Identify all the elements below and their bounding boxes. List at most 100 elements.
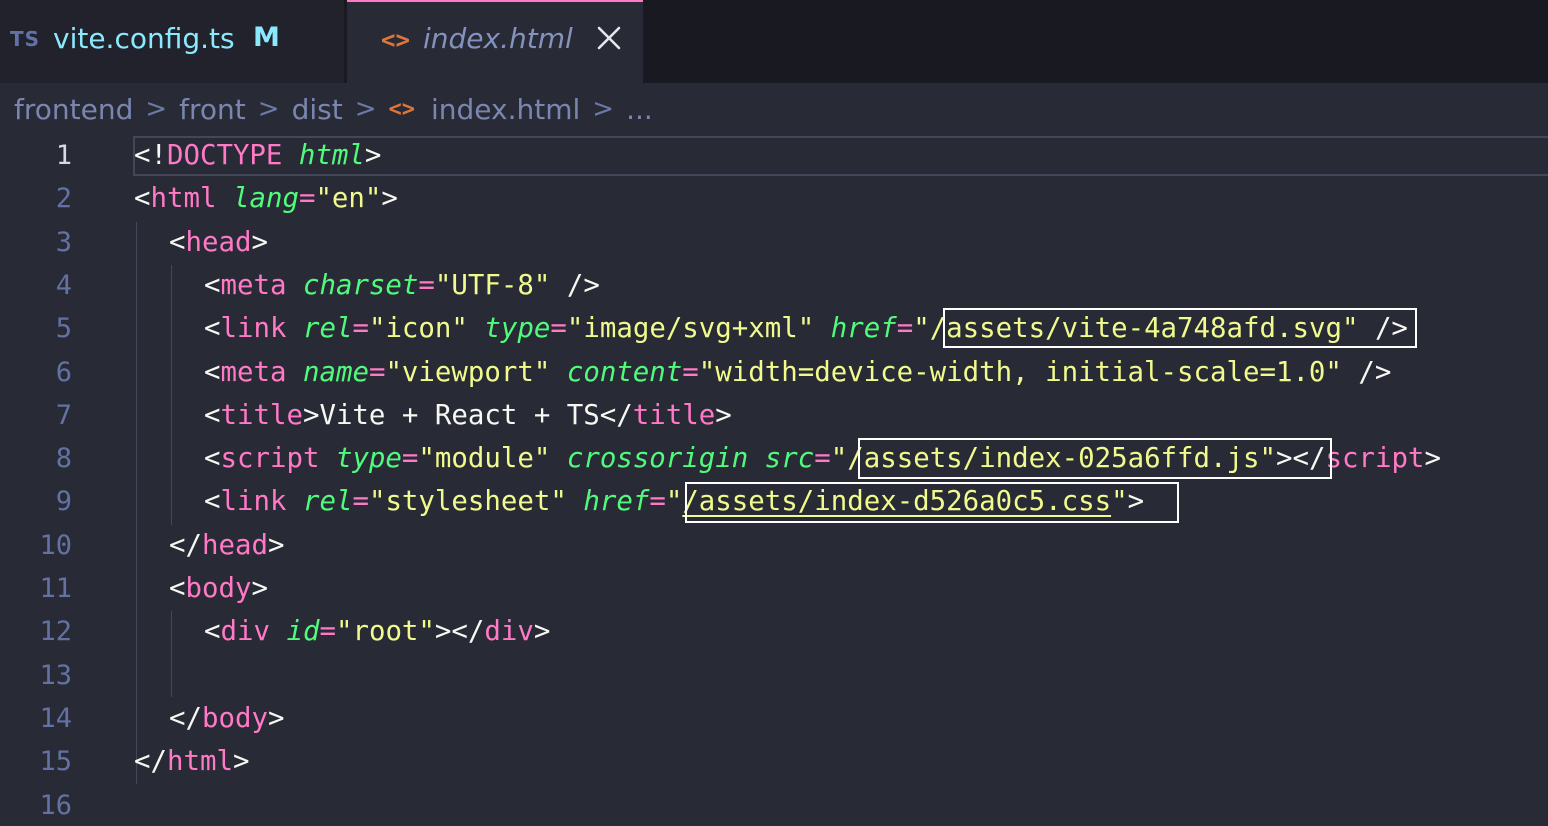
code-token: div: [220, 616, 270, 648]
code-token: html: [166, 746, 233, 778]
code-line[interactable]: 3 <head>: [0, 221, 1548, 264]
code-token: "UTF-8": [434, 269, 551, 301]
line-number: 4: [55, 269, 72, 301]
code-text: <link rel="stylesheet" href="/assets/ind…: [204, 480, 1144, 523]
code-token: body: [201, 702, 268, 734]
breadcrumb-item-index-html[interactable]: index.html: [431, 93, 580, 126]
chevron-right-icon: >: [354, 94, 377, 124]
code-token: =: [401, 443, 419, 475]
breadcrumb-item-front[interactable]: front: [179, 93, 246, 126]
code-token: ": [665, 486, 683, 518]
code-token: />: [1341, 356, 1392, 388]
code-token: =: [319, 616, 336, 648]
code-text: </body>: [169, 697, 284, 740]
code-token: script: [1325, 443, 1425, 475]
code-token: div: [484, 616, 534, 648]
code-line[interactable]: 5 <link rel="icon" type="image/svg+xml" h…: [0, 307, 1548, 350]
code-line[interactable]: 4 <meta charset="UTF-8" />: [0, 264, 1548, 307]
code-token: >: [232, 746, 250, 778]
code-token: <: [204, 443, 221, 475]
code-line[interactable]: 16: [0, 784, 1548, 826]
code-line[interactable]: 15 </html>: [0, 740, 1548, 783]
code-token: >: [715, 399, 732, 431]
modified-badge: M: [253, 22, 280, 53]
code-token: "image/svg+xml": [566, 313, 815, 345]
code-token: <: [169, 573, 186, 604]
code-token: link: [220, 486, 287, 518]
code-text: </head>: [169, 524, 284, 567]
html-code-icon: <>: [388, 96, 415, 122]
code-token: =: [418, 269, 435, 301]
code-token: id: [286, 616, 320, 648]
code-token: >: [533, 616, 551, 648]
breadcrumb-item-frontend[interactable]: frontend: [14, 93, 133, 126]
line-number: 12: [39, 616, 72, 648]
code-token: =: [550, 313, 567, 345]
code-line[interactable]: 11 <body>: [0, 567, 1548, 610]
code-text: <meta name="viewport" content="width=dev…: [204, 351, 1391, 394]
code-line[interactable]: 10 </head>: [0, 524, 1548, 567]
code-line[interactable]: 6 <meta name="viewport" content="width=de…: [0, 351, 1548, 394]
code-token: link: [220, 313, 287, 345]
tab-label: vite.config.ts: [53, 22, 235, 55]
tab-vite-config[interactable]: TS vite.config.ts M: [0, 0, 345, 83]
code-text: </html>: [134, 740, 249, 783]
breadcrumb-item-symbols[interactable]: ...: [626, 93, 653, 126]
line-number: 16: [39, 789, 72, 821]
code-token: =: [352, 313, 369, 345]
code-token: html: [298, 140, 365, 171]
code-token: href: [583, 486, 650, 518]
tab-label: index.html: [423, 22, 573, 55]
line-number: 9: [55, 486, 72, 518]
code-token: <: [204, 269, 221, 301]
code-text: <!DOCTYPE html>: [134, 134, 381, 177]
code-token: rel: [302, 486, 353, 518]
code-line[interactable]: 12 <div id="root"></div>: [0, 610, 1548, 653]
code-token: body: [185, 573, 252, 604]
code-token: "stylesheet": [368, 486, 567, 518]
breadcrumb-item-dist[interactable]: dist: [292, 93, 343, 126]
code-token: "module": [418, 443, 551, 475]
code-token: Vite + React + TS: [319, 399, 600, 431]
code-token: "viewport": [385, 356, 551, 388]
html-code-icon: <>: [381, 26, 410, 54]
code-token: "icon": [368, 313, 468, 345]
code-token: >: [251, 573, 268, 604]
code-line[interactable]: 9 <link rel="stylesheet" href="/assets/in…: [0, 480, 1548, 523]
code-line[interactable]: 13: [0, 654, 1548, 697]
code-token: >: [381, 183, 398, 215]
code-editor[interactable]: 1 <!DOCTYPE html> 2 <html lang="en"> 3 <head>…: [0, 134, 1548, 826]
code-text: <meta charset="UTF-8" />: [204, 264, 600, 307]
code-token: head: [185, 226, 252, 258]
line-number: 5: [55, 313, 72, 345]
code-token: href: [830, 313, 897, 345]
editor-tab-bar: TS vite.config.ts M <> index.html: [0, 0, 1548, 83]
code-token: >: [1127, 486, 1145, 518]
line-number: 10: [39, 529, 72, 561]
tab-index-html[interactable]: <> index.html: [347, 0, 643, 83]
code-line[interactable]: 7 <title>Vite + React + TS</title>: [0, 394, 1548, 437]
code-token: "width=device-width, initial-scale=1.0": [698, 356, 1342, 388]
code-token: type: [335, 443, 402, 475]
code-line[interactable]: 14 </body>: [0, 697, 1548, 740]
code-line[interactable]: 1 <!DOCTYPE html>: [0, 134, 1548, 177]
code-token: />: [550, 269, 600, 301]
close-icon[interactable]: [595, 24, 623, 52]
chevron-right-icon: >: [257, 94, 280, 124]
code-token: title: [220, 399, 303, 431]
code-token: >: [364, 140, 382, 171]
code-text: <link rel="icon" type="image/svg+xml" hr…: [204, 307, 1408, 350]
code-line[interactable]: 2 <html lang="en">: [0, 177, 1548, 220]
code-text: <html lang="en">: [134, 177, 398, 220]
chevron-right-icon: >: [592, 94, 615, 124]
code-line[interactable]: 8 <script type="module" crossorigin src="…: [0, 437, 1548, 480]
code-token: <: [169, 226, 186, 258]
code-token: type: [484, 313, 551, 345]
line-number: 13: [39, 659, 72, 691]
code-token: <: [204, 356, 221, 388]
